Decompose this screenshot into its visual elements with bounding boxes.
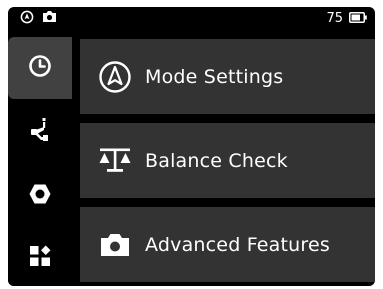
camera-icon bbox=[98, 228, 132, 262]
gimbal-mode-icon bbox=[20, 10, 34, 29]
apps-grid-icon bbox=[29, 245, 51, 272]
sidebar-item-gimbal[interactable] bbox=[8, 101, 72, 163]
status-bar: 75 bbox=[8, 7, 375, 31]
battery-level: 75 bbox=[326, 11, 343, 26]
device-screen: 75 Mode Settings Balance Check Advanced … bbox=[8, 7, 375, 286]
status-left-icons bbox=[20, 10, 57, 29]
advanced-features-label: Advanced Features bbox=[145, 233, 330, 256]
balance-check-label: Balance Check bbox=[145, 149, 288, 172]
sidebar-item-apps[interactable] bbox=[8, 227, 72, 286]
sidebar bbox=[8, 31, 72, 286]
balance-check-item[interactable]: Balance Check bbox=[80, 123, 375, 198]
camera-icon bbox=[42, 10, 57, 28]
mode-settings-item[interactable]: Mode Settings bbox=[80, 39, 375, 114]
battery-status: 75 bbox=[326, 11, 367, 27]
gimbal-arm-icon bbox=[28, 117, 52, 148]
battery-icon bbox=[349, 10, 367, 28]
menu-list: Mode Settings Balance Check Advanced Fea… bbox=[80, 39, 375, 286]
clock-icon bbox=[28, 54, 52, 83]
balance-scale-icon bbox=[98, 144, 132, 178]
mode-settings-label: Mode Settings bbox=[145, 65, 284, 88]
sidebar-item-settings[interactable] bbox=[8, 165, 72, 227]
advanced-features-item[interactable]: Advanced Features bbox=[80, 207, 375, 282]
sidebar-item-time[interactable] bbox=[8, 37, 72, 99]
hexagon-icon bbox=[28, 182, 52, 211]
compass-mode-icon bbox=[98, 60, 132, 94]
